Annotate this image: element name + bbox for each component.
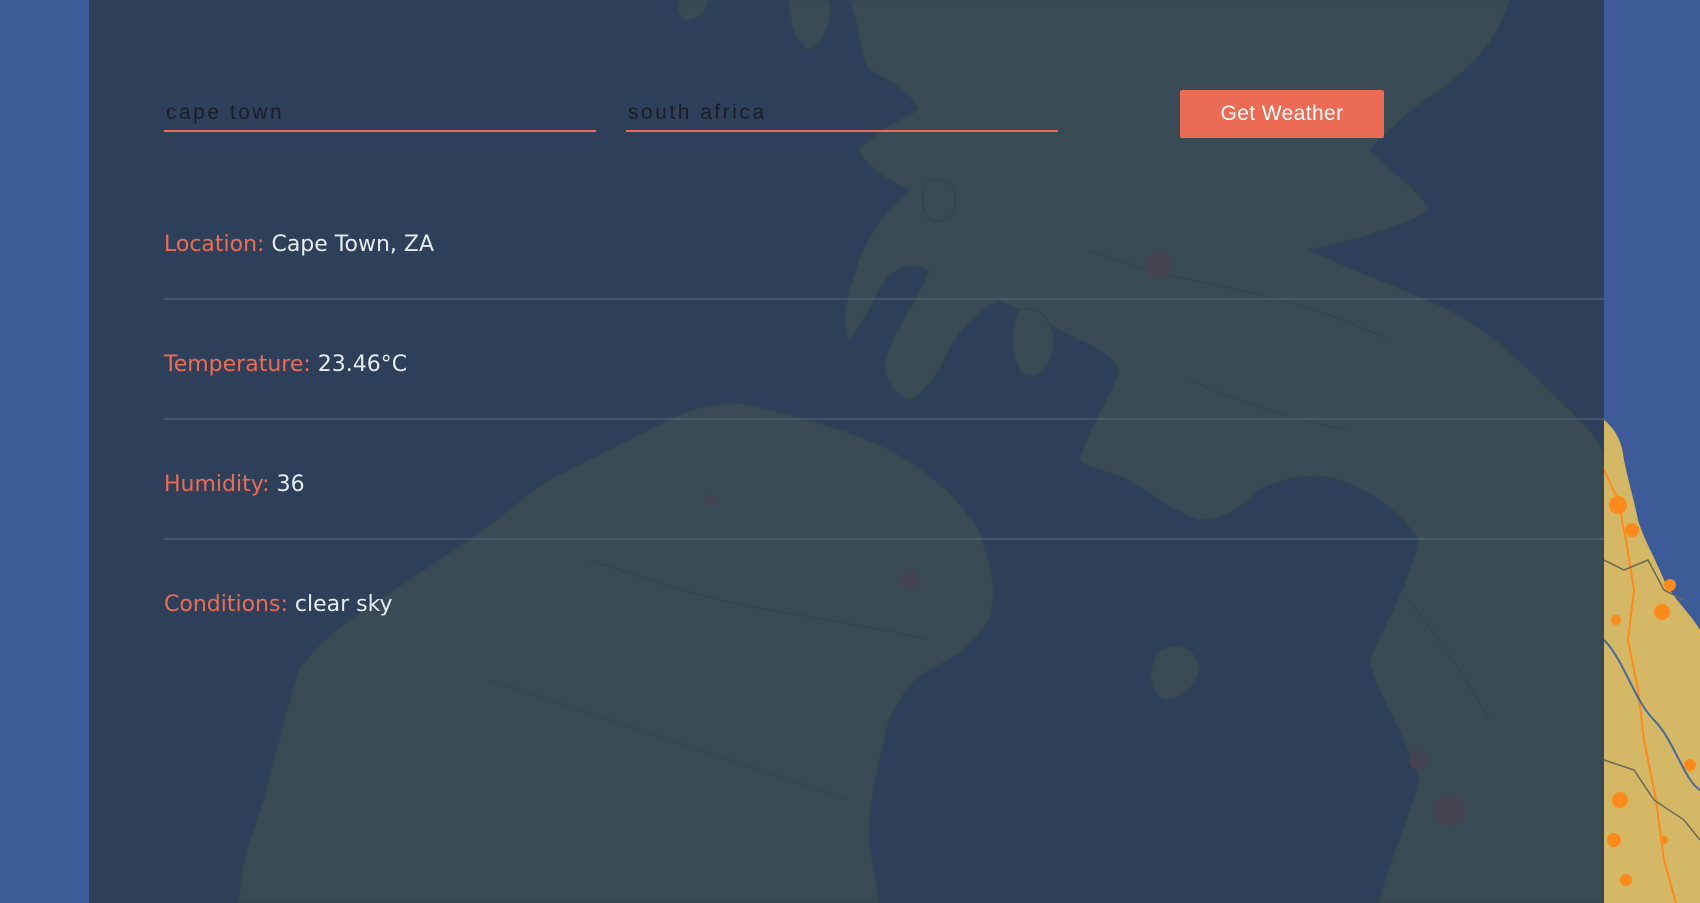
weather-panel: Get Weather Location: Cape Town, ZA Temp… [89,0,1604,903]
conditions-value: clear sky [294,592,393,617]
temperature-value: 23.46°C [317,352,408,377]
location-label: Location: [164,232,265,257]
conditions-label: Conditions: [164,592,288,617]
weather-app-page: Get Weather Location: Cape Town, ZA Temp… [0,0,1700,903]
country-input[interactable] [626,96,1058,132]
city-input[interactable] [164,96,596,132]
map-background-right [1604,0,1700,903]
humidity-value: 36 [276,472,305,497]
temperature-row: Temperature: 23.46°C [164,298,1604,420]
conditions-text: Conditions: clear sky [164,592,393,617]
humidity-text: Humidity: 36 [164,472,305,497]
location-value: Cape Town, ZA [271,232,435,257]
humidity-label: Humidity: [164,472,270,497]
temperature-label: Temperature: [164,352,311,377]
location-row: Location: Cape Town, ZA [164,178,1604,300]
conditions-row: Conditions: clear sky [164,538,1604,658]
humidity-row: Humidity: 36 [164,418,1604,540]
temperature-text: Temperature: 23.46°C [164,352,407,377]
weather-form: Get Weather [164,88,1384,140]
location-text: Location: Cape Town, ZA [164,232,434,257]
weather-content: Get Weather Location: Cape Town, ZA Temp… [89,0,1604,903]
get-weather-button[interactable]: Get Weather [1180,90,1384,138]
